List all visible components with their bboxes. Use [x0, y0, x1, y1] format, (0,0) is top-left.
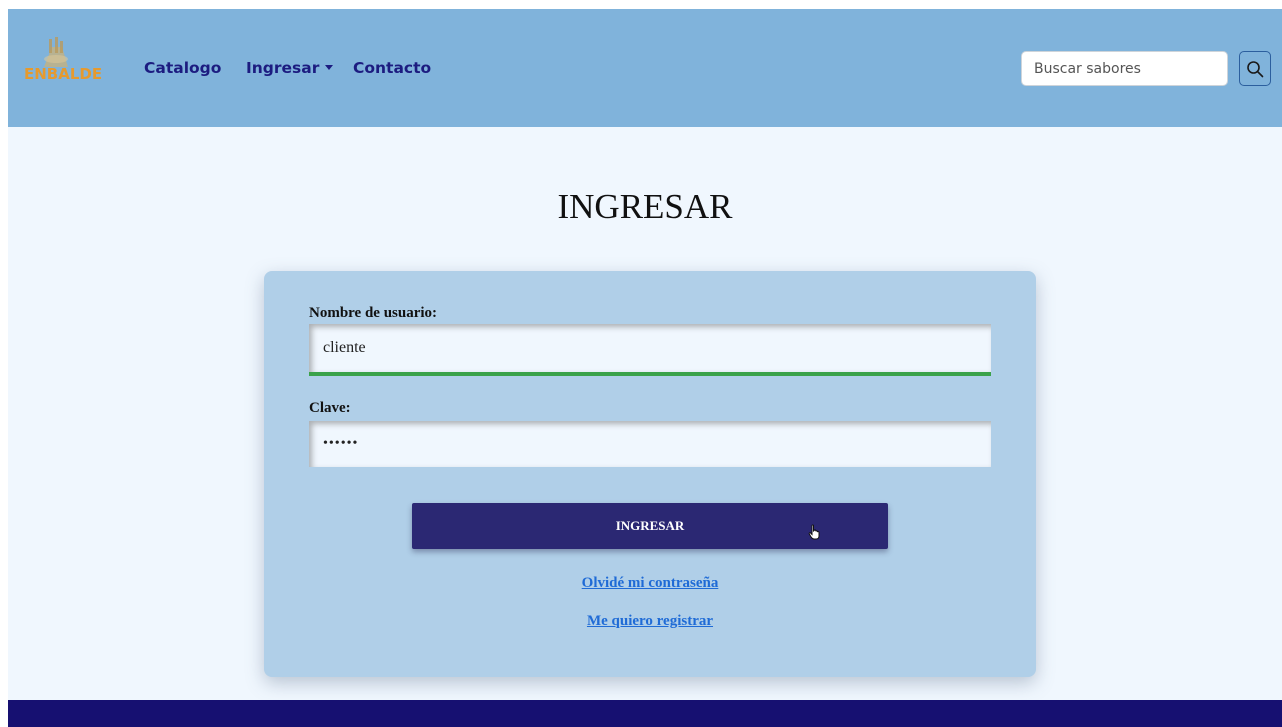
nav-link-contacto[interactable]: Contacto [353, 59, 431, 77]
password-label: Clave: [309, 400, 351, 416]
login-card: Nombre de usuario: Clave: INGRESAR Olvid… [264, 271, 1036, 677]
password-input[interactable] [309, 421, 991, 467]
page-title: INGRESAR [557, 187, 733, 226]
forgot-password-link[interactable]: Olvidé mi contraseña [264, 575, 1036, 592]
search-icon [1247, 60, 1264, 77]
caret-down-icon [325, 65, 334, 70]
navbar: ENBALDE Catalogo Ingresar Contacto [8, 9, 1282, 127]
brand-logo[interactable]: ENBALDE [22, 35, 110, 91]
register-link[interactable]: Me quiero registrar [264, 613, 1036, 630]
search-input[interactable] [1021, 51, 1228, 86]
nav-link-catalogo[interactable]: Catalogo [144, 59, 221, 77]
nav-dropdown-ingresar-label: Ingresar [246, 59, 320, 77]
nav-dropdown-ingresar[interactable]: Ingresar [246, 59, 334, 77]
hand-pointer-icon [808, 524, 820, 540]
search-button[interactable] [1239, 51, 1271, 86]
footer [8, 700, 1282, 727]
page: ENBALDE Catalogo Ingresar Contacto INGRE… [8, 9, 1282, 727]
username-label: Nombre de usuario: [309, 305, 438, 321]
username-input[interactable] [309, 324, 991, 376]
logo-text: ENBALDE [24, 65, 103, 83]
